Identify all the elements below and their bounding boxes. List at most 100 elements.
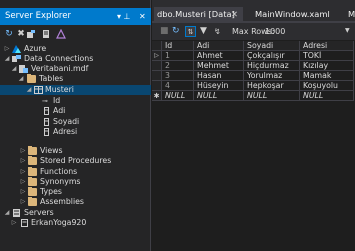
row-header[interactable]: [152, 61, 162, 71]
expand-arrow-icon[interactable]: ▷: [19, 146, 27, 156]
expand-arrow-icon[interactable]: ▷: [10, 218, 18, 228]
chevron-down-icon[interactable]: ▼: [345, 27, 350, 34]
column-icon: [42, 107, 51, 115]
cell-id-null[interactable]: NULL: [162, 91, 194, 101]
cell-soyadi-null[interactable]: NULL: [244, 91, 300, 101]
data-toolbar: ■ ↻ ⇅ ▼ ↯ Max Rows: 1000 ▼: [152, 23, 355, 40]
tree-item-azure[interactable]: ▷ Azure: [0, 44, 151, 54]
cell-adresi-null[interactable]: NULL: [300, 91, 354, 101]
expand-arrow-icon[interactable]: ▷: [19, 167, 27, 177]
tree-item-data-connections[interactable]: ◢ Data Connections: [0, 54, 151, 64]
tree-item-tables[interactable]: ◢ Tables: [0, 74, 151, 84]
server-explorer-title-bar[interactable]: Server Explorer ▾ ⊥ ✕: [0, 8, 151, 25]
refresh-icon[interactable]: ↻: [4, 29, 14, 39]
cell-adresi[interactable]: Koşuyolu: [300, 81, 354, 91]
new-row-icon[interactable]: ✱: [152, 91, 162, 101]
folder-icon: [27, 74, 36, 83]
grid-corner[interactable]: [152, 41, 162, 51]
close-tab-icon[interactable]: ✕: [231, 7, 238, 21]
row-selector-icon[interactable]: ▷: [152, 51, 162, 61]
close-icon[interactable]: ✕: [139, 8, 146, 25]
collapse-arrow-icon[interactable]: ◢: [17, 74, 25, 84]
server-explorer-title: Server Explorer: [5, 11, 71, 21]
collapse-arrow-icon[interactable]: ◢: [25, 85, 33, 95]
stop-icon[interactable]: ■: [160, 26, 169, 37]
key-icon: ⊸: [42, 97, 48, 105]
tree-item-views[interactable]: ▷ Views: [0, 146, 151, 156]
connect-database-icon[interactable]: [26, 29, 36, 39]
tree-item-types[interactable]: ▷ Types: [0, 187, 151, 197]
folder-icon: [28, 197, 37, 206]
tree-item-column-adi[interactable]: Adi: [0, 106, 151, 116]
server-explorer-toolbar: ↻ ✖: [0, 27, 151, 42]
pin-icon[interactable]: ▾ ⊥: [117, 8, 131, 25]
cell-id[interactable]: 4: [162, 81, 194, 91]
folder-icon: [28, 156, 37, 165]
tree-item-assemblies[interactable]: ▷ Assemblies: [0, 197, 151, 207]
tree-item-veritabani[interactable]: ◢ Veritabani.mdf: [0, 64, 151, 74]
cell-adresi[interactable]: Mamak: [300, 71, 354, 81]
tree-item-musteri[interactable]: ◢ Musteri: [0, 85, 151, 95]
column-header-soyadi[interactable]: Soyadi: [244, 41, 300, 51]
cell-adresi[interactable]: Kızılay: [300, 61, 354, 71]
folder-icon: [28, 187, 37, 196]
column-icon: [42, 118, 51, 126]
tab-musteri-data[interactable]: dbo.Musteri [Data] ✕: [154, 7, 243, 21]
expand-arrow-icon[interactable]: ▷: [19, 177, 27, 187]
tree-item-column-id[interactable]: ⊸ Id: [0, 96, 151, 106]
column-header-id[interactable]: Id: [162, 41, 194, 51]
row-header[interactable]: [152, 81, 162, 91]
tree-item-stored-procedures[interactable]: ▷ Stored Procedures: [0, 156, 151, 166]
cell-id[interactable]: 2: [162, 61, 194, 71]
tree-item-column-adresi[interactable]: Adresi: [0, 127, 151, 137]
cell-adi[interactable]: Hüseyin: [194, 81, 244, 91]
tree-item-functions[interactable]: ▷ Functions: [0, 167, 151, 177]
filter-icon[interactable]: ▼: [200, 26, 207, 37]
folder-icon: [28, 167, 37, 176]
cell-adresi[interactable]: TOKİ: [300, 51, 354, 61]
row-header[interactable]: [152, 71, 162, 81]
script-icon[interactable]: ↯: [214, 26, 221, 37]
cell-adi[interactable]: Hasan: [194, 71, 244, 81]
document-tab-strip: dbo.Musteri [Data] ✕ MainWindow.xaml M: [152, 0, 355, 21]
tree-item-erkanyoga920[interactable]: ▷ ErkanYoga920: [0, 218, 151, 228]
stop-refresh-icon[interactable]: ✖: [16, 29, 26, 39]
server-explorer-panel: Server Explorer ▾ ⊥ ✕ ↻ ✖ ▷ Azure ◢ Data…: [0, 0, 151, 251]
collapse-arrow-icon[interactable]: ◢: [10, 64, 18, 74]
cell-soyadi[interactable]: Yorulmaz: [244, 71, 300, 81]
column-header-adi[interactable]: Adi: [194, 41, 244, 51]
expand-arrow-icon[interactable]: ▷: [19, 197, 27, 207]
database-icon: [19, 65, 28, 73]
tree-item-servers[interactable]: ◢ Servers: [0, 208, 151, 218]
sort-filter-icon[interactable]: ⇅: [185, 26, 196, 37]
tree-item-column-soyadi[interactable]: Soyadi: [0, 117, 151, 127]
cell-soyadi[interactable]: Hiçdurmaz: [244, 61, 300, 71]
servers-icon: [12, 209, 21, 217]
folder-icon: [28, 177, 37, 186]
cell-id[interactable]: 1: [162, 51, 194, 61]
tab-truncated[interactable]: M: [345, 7, 355, 21]
server-icon: [20, 219, 29, 227]
cell-id[interactable]: 3: [162, 71, 194, 81]
expand-arrow-icon[interactable]: ▷: [3, 44, 11, 54]
tab-mainwindow-xaml[interactable]: MainWindow.xaml: [252, 7, 340, 21]
cell-adi[interactable]: Mehmet: [194, 61, 244, 71]
refresh-icon[interactable]: ↻: [172, 26, 180, 37]
column-header-adresi[interactable]: Adresi: [300, 41, 354, 51]
column-icon: [42, 128, 51, 136]
collapse-arrow-icon[interactable]: ◢: [3, 54, 11, 64]
max-rows-input[interactable]: 1000: [265, 26, 285, 37]
data-connections-icon: [12, 55, 21, 63]
cell-adi-null[interactable]: NULL: [194, 91, 244, 101]
cell-soyadi[interactable]: Hepkoşar: [244, 81, 300, 91]
table-icon: [34, 86, 43, 94]
azure-connect-icon[interactable]: [56, 28, 66, 39]
folder-icon: [28, 146, 37, 155]
expand-arrow-icon[interactable]: ▷: [19, 156, 27, 166]
collapse-arrow-icon[interactable]: ◢: [3, 208, 11, 218]
expand-arrow-icon[interactable]: ▷: [19, 187, 27, 197]
connect-server-icon[interactable]: [41, 29, 51, 39]
tree-item-synonyms[interactable]: ▷ Synonyms: [0, 177, 151, 187]
cell-adi[interactable]: Ahmet: [194, 51, 244, 61]
cell-soyadi[interactable]: Çokçalışır: [244, 51, 300, 61]
